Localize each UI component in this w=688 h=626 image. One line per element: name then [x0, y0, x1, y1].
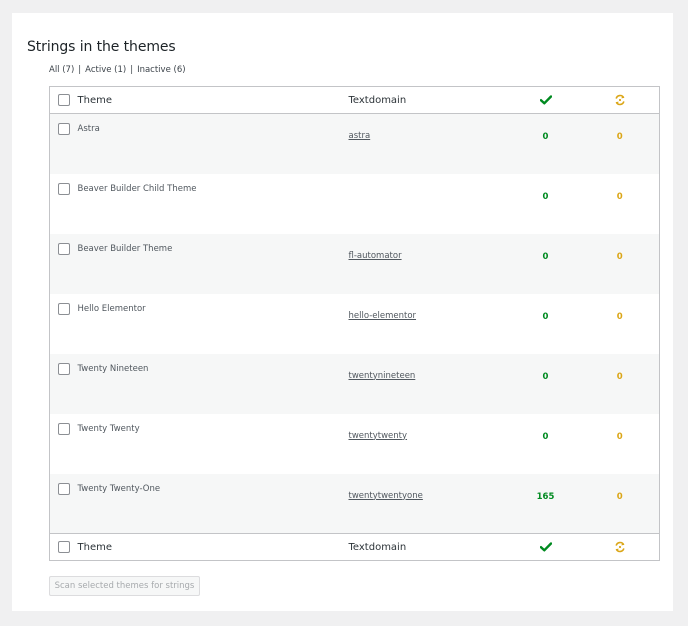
select-all-checkbox[interactable]: [58, 94, 70, 106]
column-header-textdomain[interactable]: Textdomain: [349, 87, 511, 114]
checkmark-icon: [539, 541, 552, 551]
row-checkbox[interactable]: [58, 302, 70, 315]
textdomain-cell: hello-elementor: [349, 294, 511, 354]
pending-count: 0: [616, 371, 623, 382]
textdomain-link[interactable]: astra: [349, 131, 371, 141]
complete-count: 0: [542, 132, 549, 142]
pending-count: 0: [616, 431, 623, 442]
complete-count: 165: [536, 491, 555, 502]
textdomain-link[interactable]: twentytwentyone: [349, 491, 423, 501]
column-footer-pending: [581, 534, 660, 561]
pending-count: 0: [616, 132, 623, 142]
complete-count: 0: [542, 371, 549, 382]
pending-count: 0: [616, 491, 623, 502]
scan-themes-button[interactable]: Scan selected themes for strings: [49, 576, 200, 596]
textdomain-link[interactable]: hello-elementor: [349, 311, 417, 321]
row-checkbox[interactable]: [58, 123, 70, 135]
theme-name: Beaver Builder Theme: [77, 243, 173, 254]
select-all-checkbox-footer[interactable]: [58, 541, 70, 553]
textdomain-cell: twentynineteen: [349, 354, 511, 414]
complete-count: 0: [542, 431, 549, 442]
pending-count: 0: [616, 311, 623, 322]
table-row: Astra astra 0 0: [49, 113, 660, 174]
theme-name: Astra: [77, 124, 100, 134]
table-footer-row: Theme Textdomain: [49, 533, 660, 561]
checkmark-icon: [539, 94, 552, 104]
column-footer-theme[interactable]: Theme: [78, 534, 349, 561]
complete-count: 0: [542, 251, 549, 262]
column-header-theme[interactable]: Theme: [78, 87, 349, 114]
table-header-row: Theme Textdomain: [49, 87, 660, 114]
textdomain-cell: [349, 174, 511, 234]
theme-name: Twenty Nineteen: [77, 363, 149, 374]
sync-icon: [615, 541, 625, 553]
filter-separator: |: [78, 65, 82, 75]
column-footer-complete: [511, 534, 581, 561]
filter-all[interactable]: All (7): [49, 65, 74, 75]
row-checkbox[interactable]: [58, 242, 70, 255]
table-row: Twenty Nineteen twentynineteen 0 0: [49, 353, 660, 414]
row-checkbox[interactable]: [58, 422, 70, 435]
theme-name: Twenty Twenty-One: [77, 483, 161, 494]
table-row: Twenty Twenty-One twentytwentyone 165 0: [49, 473, 660, 534]
sync-icon: [615, 94, 625, 106]
table-row: Twenty Twenty twentytwenty 0 0: [49, 413, 660, 474]
theme-name: Twenty Twenty: [77, 423, 140, 434]
textdomain-cell: astra: [349, 114, 511, 174]
filter-separator: |: [130, 65, 134, 75]
textdomain-link[interactable]: fl-automator: [349, 251, 402, 261]
column-header-complete: [511, 87, 581, 114]
row-checkbox[interactable]: [58, 182, 70, 195]
pending-count: 0: [616, 191, 623, 202]
table-row: Beaver Builder Child Theme 0 0: [49, 173, 660, 234]
textdomain-link[interactable]: twentytwenty: [349, 431, 408, 441]
table-row: Beaver Builder Theme fl-automator 0 0: [49, 233, 660, 294]
themes-table: Theme Textdomain Astra astra 0 0 Beaver Buil…: [49, 86, 660, 561]
table-row: Hello Elementor hello-elementor 0 0: [49, 293, 660, 354]
filter-active[interactable]: Active (1): [85, 65, 126, 75]
themes-strings-panel: Strings in the themes All (7) | Active (1)…: [12, 13, 673, 611]
theme-name: Beaver Builder Child Theme: [77, 183, 197, 194]
textdomain-cell: twentytwenty: [349, 414, 511, 474]
row-checkbox[interactable]: [58, 482, 70, 495]
complete-count: 0: [542, 311, 549, 322]
row-checkbox[interactable]: [58, 362, 70, 375]
column-footer-textdomain[interactable]: Textdomain: [349, 534, 511, 561]
complete-count: 0: [542, 191, 549, 202]
section-title: Strings in the themes: [27, 39, 176, 55]
textdomain-cell: twentytwentyone: [349, 474, 511, 534]
textdomain-link[interactable]: twentynineteen: [349, 371, 416, 381]
textdomain-cell: fl-automator: [349, 234, 511, 294]
pending-count: 0: [616, 251, 623, 262]
filter-links: All (7) | Active (1) | Inactive (6): [49, 65, 186, 75]
theme-name: Hello Elementor: [77, 303, 146, 314]
filter-inactive[interactable]: Inactive (6): [137, 65, 185, 75]
column-header-pending: [581, 87, 660, 114]
